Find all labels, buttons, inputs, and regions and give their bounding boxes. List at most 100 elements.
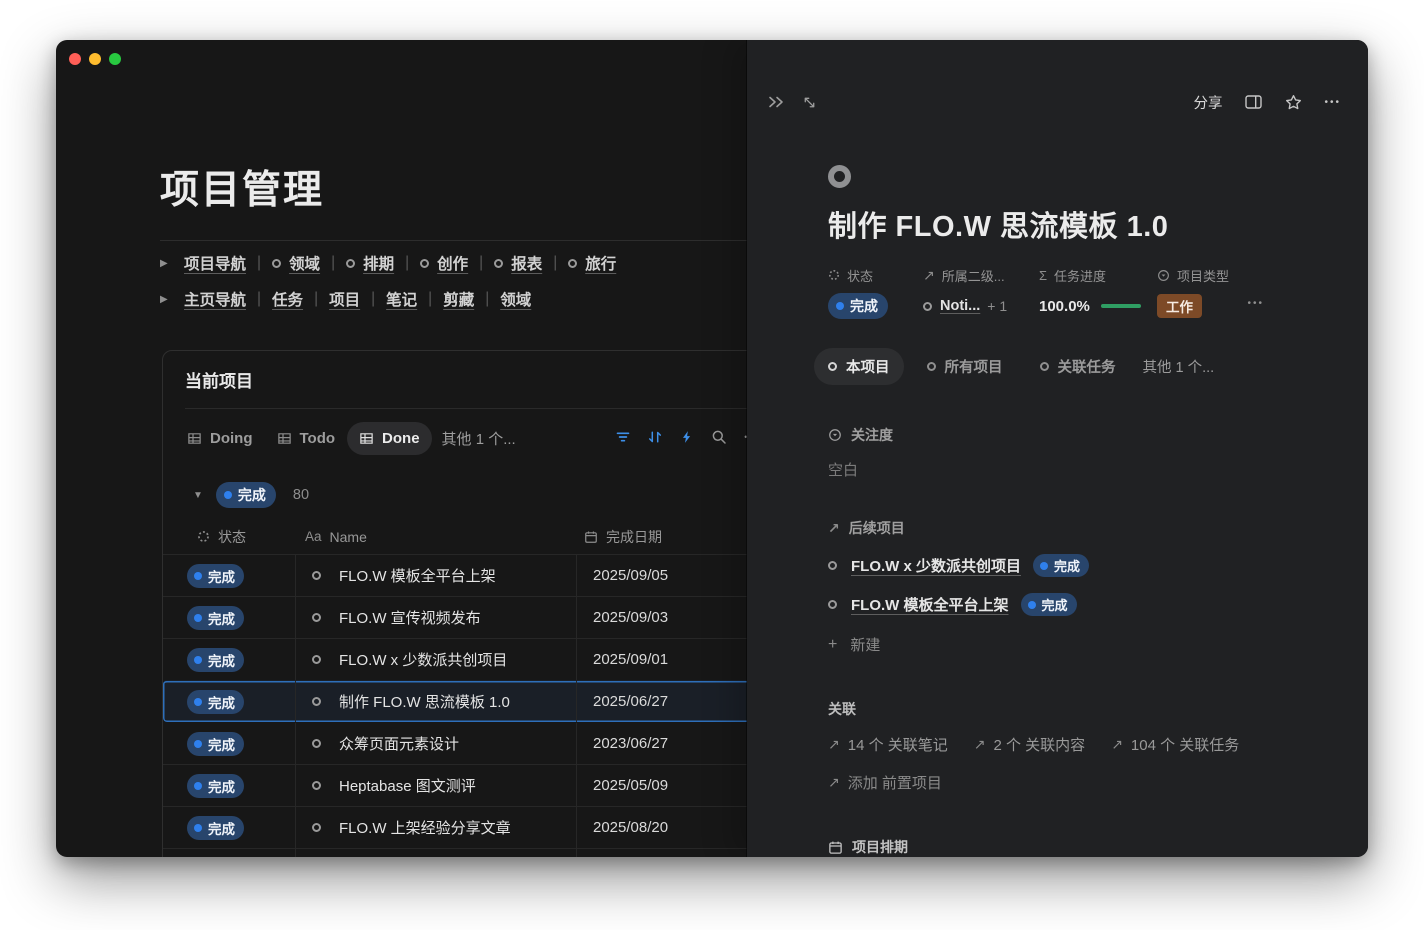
name-cell[interactable]: 众筹页面元素设计 [295, 723, 576, 764]
row-date: 2023/06/27 [593, 735, 668, 752]
more-properties-icon[interactable]: ••• [1247, 298, 1264, 309]
status-cell[interactable]: 完成 [163, 639, 295, 680]
side-peek-panel: 分享 ••• 制作 FLO.W 思流模板 1.0 [747, 40, 1368, 857]
tab-label: 所有项目 [945, 356, 1003, 377]
calendar-icon [584, 530, 598, 544]
separator: | [371, 290, 375, 308]
page-ring-icon [312, 739, 321, 748]
name-cell[interactable]: FLO.W 模板全平台上架 [295, 555, 576, 596]
select-tag-work[interactable]: 工作 [1157, 294, 1202, 318]
column-header-name[interactable]: Aa Name [295, 529, 576, 545]
relation-arrow-icon: ↗ [828, 520, 840, 537]
column-header-status[interactable]: 状态 [163, 527, 295, 547]
status-cell[interactable]: 完成 [163, 723, 295, 764]
view-tab-done[interactable]: Done [347, 422, 432, 455]
property-progress: Σ 任务进度 100.0% [1039, 266, 1157, 318]
add-label: 添加 前置项目 [848, 772, 942, 793]
nav-link-notes[interactable]: 笔记 [386, 288, 417, 310]
close-window-button[interactable] [69, 53, 81, 65]
status-cell[interactable]: 完成 [163, 555, 295, 596]
view-tab-todo[interactable]: Todo [265, 422, 348, 455]
section-label-text: 项目排期 [852, 837, 908, 857]
nav-link-home-navigation[interactable]: 主页导航 [184, 288, 246, 310]
group-status-pill[interactable]: 完成 [216, 482, 276, 508]
toggle-closed-icon[interactable]: ▶ [160, 294, 184, 305]
related-notes-link[interactable]: ↗ 14 个 关联笔记 [828, 734, 948, 755]
followup-page-link[interactable]: FLO.W x 少数派共创项目 [851, 555, 1021, 576]
add-predecessor-button[interactable]: ↗ 添加 前置项目 [828, 772, 1332, 793]
nav-link-domain[interactable]: 领域 [289, 252, 320, 274]
toggle-open-icon[interactable]: ▼ [193, 490, 203, 501]
nav-link-clips[interactable]: 剪藏 [443, 288, 474, 310]
property-type-label[interactable]: 项目类型 [1157, 266, 1332, 284]
relations-label: 关联 [828, 699, 1332, 719]
property-status-value[interactable]: 完成 [828, 294, 923, 318]
status-dot-icon [194, 698, 202, 706]
page-icon-ring[interactable] [828, 165, 851, 188]
desktop-background: 项目管理 ▶ 项目导航 | 领域 | 排期 | 创作 | 报表 | 旅行 ▶ 主… [0, 0, 1424, 930]
related-tasks-link[interactable]: ↗ 104 个 关联任务 [1111, 734, 1239, 755]
nav-link-creation[interactable]: 创作 [437, 252, 468, 274]
search-icon[interactable] [710, 428, 727, 445]
automation-bolt-icon[interactable] [678, 428, 695, 445]
status-cell[interactable]: 完成 [163, 765, 295, 806]
tabs-more[interactable]: 其他 1 个... [1139, 348, 1219, 385]
status-cell[interactable]: 完成 [163, 597, 295, 638]
new-label: 新建 [850, 634, 880, 655]
zoom-window-button[interactable] [109, 53, 121, 65]
followup-page-link[interactable]: FLO.W 模板全平台上架 [851, 594, 1009, 615]
property-progress-label[interactable]: Σ 任务进度 [1039, 266, 1157, 284]
nav-link-schedule[interactable]: 排期 [363, 252, 394, 274]
property-type-value[interactable]: 工作 [1157, 294, 1332, 318]
property-parent-label[interactable]: ↗ 所属二级... [923, 266, 1039, 284]
minimize-window-button[interactable] [89, 53, 101, 65]
status-cell[interactable]: 完成 [163, 807, 295, 848]
view-tabs-more[interactable]: 其他 1 个... [432, 420, 526, 457]
relation-arrow-icon: ↗ [1111, 736, 1123, 753]
tab-this-project[interactable]: 本项目 [814, 348, 904, 385]
filter-icon[interactable] [614, 428, 631, 445]
tab-label: 本项目 [846, 356, 890, 377]
view-tab-label: Doing [210, 430, 253, 447]
name-cell[interactable]: FLO.W 宣传视频发布 [295, 597, 576, 638]
name-cell[interactable]: 制作 FLO.W 思流模板 1.0 [295, 681, 576, 722]
new-followup-button[interactable]: + 新建 [828, 634, 1332, 655]
name-cell[interactable]: FLO.W 上架经验分享文章 [295, 807, 576, 848]
sort-icon[interactable] [646, 428, 663, 445]
page-ring-icon [312, 613, 321, 622]
schedule-label[interactable]: 项目排期 [828, 837, 1332, 857]
page-ring-icon [312, 781, 321, 790]
related-content-link[interactable]: ↗ 2 个 关联内容 [974, 734, 1085, 755]
followup-item[interactable]: FLO.W x 少数派共创项目 完成 [828, 554, 1332, 577]
section-label-text: 后续项目 [849, 518, 905, 538]
nav-link-projects[interactable]: 项目 [329, 288, 360, 310]
open-full-page-icon[interactable] [802, 95, 817, 110]
name-cell[interactable]: Heptabase 图文测评 [295, 765, 576, 806]
property-parent-value[interactable]: Noti... + 1 [923, 294, 1039, 318]
separator: | [314, 290, 318, 308]
property-status-label[interactable]: 状态 [828, 266, 923, 284]
nav-link-project-navigation[interactable]: 项目导航 [184, 252, 246, 274]
page-ring-icon [272, 259, 281, 268]
name-cell[interactable]: FLO.W x 少数派共创项目 [295, 639, 576, 680]
focus-property-label[interactable]: 关注度 [828, 425, 1332, 445]
nav-link-travel[interactable]: 旅行 [585, 252, 616, 274]
row-date: 2025/09/01 [593, 651, 668, 668]
status-label: 完成 [208, 566, 235, 586]
focus-empty-value[interactable]: 空白 [828, 459, 1332, 480]
nav-link-report[interactable]: 报表 [511, 252, 542, 274]
followup-item[interactable]: FLO.W 模板全平台上架 完成 [828, 593, 1332, 616]
toggle-closed-icon[interactable]: ▶ [160, 258, 184, 269]
properties-row: 状态 完成 ↗ 所属二级... Noti... [828, 266, 1332, 318]
relation-page-link[interactable]: Noti... [940, 298, 980, 314]
tab-related-tasks[interactable]: 关联任务 [1026, 348, 1130, 385]
nav-link-domain2[interactable]: 领域 [500, 288, 531, 310]
property-progress-value[interactable]: 100.0% [1039, 294, 1157, 318]
status-label: 完成 [1042, 595, 1068, 614]
followups-label[interactable]: ↗ 后续项目 [828, 518, 1332, 538]
tab-all-projects[interactable]: 所有项目 [913, 348, 1017, 385]
view-tab-doing[interactable]: Doing [175, 422, 265, 455]
status-cell[interactable]: 完成 [163, 681, 295, 722]
nav-link-tasks[interactable]: 任务 [272, 288, 303, 310]
close-peek-chevrons-icon[interactable] [767, 94, 785, 110]
